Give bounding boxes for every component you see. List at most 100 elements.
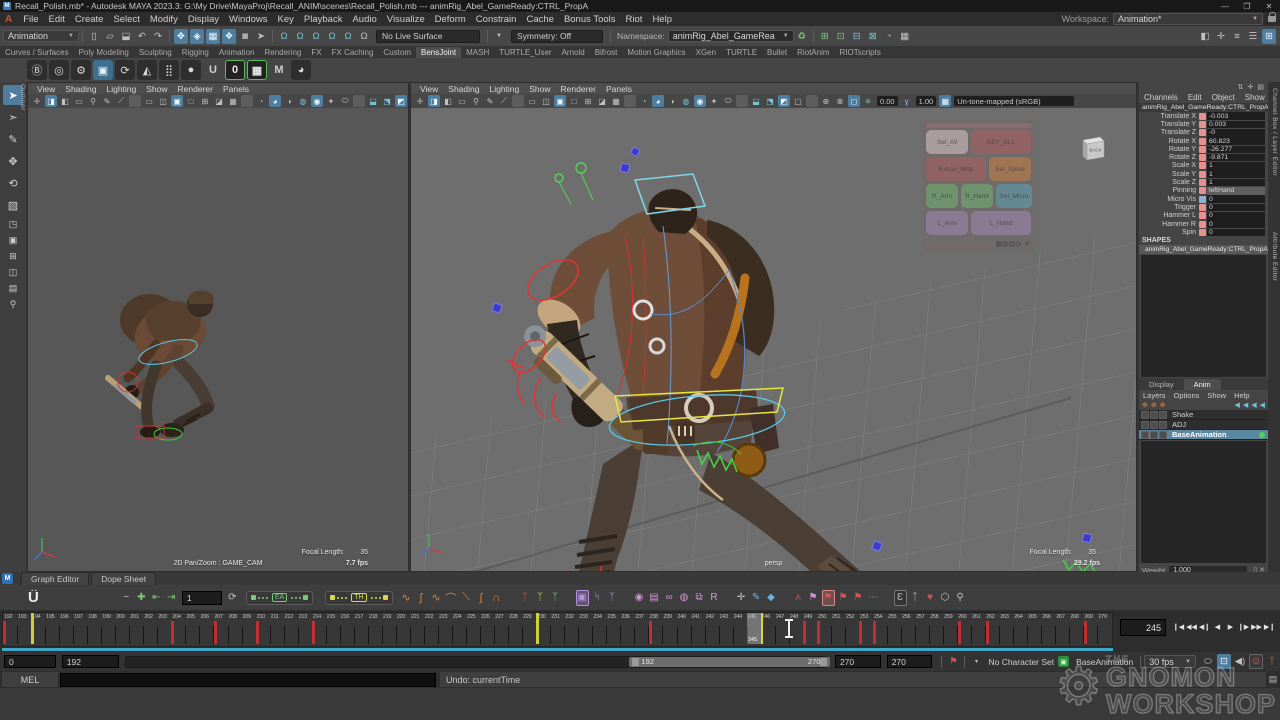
timeline-frame[interactable]: 261 bbox=[971, 613, 985, 646]
bounce-curve-icon[interactable]: ∩ bbox=[490, 590, 503, 606]
timeline-frame[interactable]: 223 bbox=[438, 613, 452, 646]
layer-solo-toggle[interactable] bbox=[1150, 411, 1158, 419]
viewport-toolbar-icon[interactable]: ▭ bbox=[73, 95, 85, 107]
animation-end-field[interactable]: 270 bbox=[887, 655, 933, 668]
menu-item[interactable]: Deform bbox=[430, 14, 471, 25]
timeline-frame[interactable]: 220 bbox=[396, 613, 410, 646]
channel-row[interactable]: Translate Y 0.003 bbox=[1139, 120, 1268, 128]
picker-tool-icon[interactable]: ⊟ bbox=[1015, 240, 1021, 248]
timeline-frame[interactable]: 199 bbox=[101, 613, 115, 646]
pivot-icon[interactable]: ✛ bbox=[735, 590, 748, 606]
viewport-menu-item[interactable]: Lighting bbox=[484, 84, 524, 94]
spacer[interactable] bbox=[780, 590, 790, 606]
viewport-toolbar-icon[interactable]: ◍ bbox=[297, 95, 309, 107]
timeline-frame[interactable]: 221 bbox=[410, 613, 424, 646]
channel-key-indicator[interactable] bbox=[1199, 212, 1206, 219]
timeline-frame[interactable]: 211 bbox=[270, 613, 284, 646]
last-tool[interactable]: ◳ bbox=[3, 217, 23, 231]
keyframe-tick[interactable] bbox=[649, 621, 652, 644]
viewport-toolbar-icon[interactable]: ⊞ bbox=[199, 95, 211, 107]
channel-box-vertical-tab[interactable]: Channel Box / Layer Editor bbox=[1271, 88, 1278, 176]
layer-editor-menu-item[interactable]: Help bbox=[1230, 391, 1253, 400]
layout-single-pane[interactable]: ▣ bbox=[3, 233, 23, 247]
picker-button[interactable]: Sel_All bbox=[926, 130, 968, 154]
view-cube[interactable]: BACK bbox=[1078, 130, 1112, 164]
anim-prefs-icon[interactable]: ᛉ bbox=[1265, 654, 1279, 669]
viewport-toolbar-icon[interactable] bbox=[353, 95, 365, 107]
editor-tab[interactable]: Dope Sheet bbox=[91, 572, 156, 585]
shelf-tab[interactable]: FX Caching bbox=[327, 47, 379, 58]
shelf-tab[interactable]: TURTLE_User bbox=[494, 47, 556, 58]
viewport-toolbar-icon[interactable]: ◪ bbox=[213, 95, 225, 107]
timeline-frame[interactable]: 248 bbox=[789, 613, 803, 646]
timeline-frame[interactable]: 268 bbox=[1069, 613, 1083, 646]
playback-end-field[interactable]: 270 bbox=[835, 655, 881, 668]
channel-key-indicator[interactable] bbox=[1199, 146, 1206, 153]
ease-in-out-curve-icon[interactable]: ∿ bbox=[400, 590, 413, 606]
channel-row[interactable]: Pinning leftHand bbox=[1139, 187, 1268, 195]
shelf-tab[interactable]: Sculpting bbox=[134, 47, 177, 58]
viewport-toolbar-icon[interactable]: ◩ bbox=[778, 95, 790, 107]
weight-key-layer-icon[interactable]: ◀ bbox=[1260, 401, 1265, 409]
hexagon-icon[interactable]: ⬡ bbox=[939, 590, 952, 606]
tween-step-field[interactable]: 1 bbox=[182, 591, 222, 605]
launch-render-icon[interactable]: ⊠ bbox=[866, 29, 880, 44]
timeline-frame[interactable]: 215 bbox=[326, 613, 340, 646]
camera-viewport-canvas[interactable]: 2D Pan/Zoom : GAME_CAM Focal Length: 35 … bbox=[28, 108, 408, 571]
channel-value[interactable]: 1 bbox=[1207, 179, 1265, 187]
timeline-frame[interactable]: 237 bbox=[634, 613, 648, 646]
spacer[interactable] bbox=[882, 590, 892, 606]
timeline-frame[interactable]: 267 bbox=[1055, 613, 1069, 646]
select-object-icon[interactable]: ◈ bbox=[190, 29, 204, 44]
channel-value[interactable]: 1 bbox=[1207, 170, 1265, 178]
chevron-down-icon[interactable]: ▾ bbox=[969, 654, 983, 669]
channel-value[interactable]: 0 bbox=[1207, 212, 1265, 220]
step-forward-frame-button[interactable]: ▶▶ bbox=[1250, 618, 1263, 636]
keyframe-tick[interactable] bbox=[1084, 621, 1087, 644]
shelf-zero-button[interactable]: 0 bbox=[225, 60, 245, 80]
viewport-menu-item[interactable]: View bbox=[32, 84, 60, 94]
animation-start-field[interactable]: 0 bbox=[4, 655, 56, 668]
auto-key-icon[interactable]: ⊙ bbox=[1249, 654, 1263, 669]
ease-in-curve-icon[interactable]: ʃ bbox=[415, 590, 428, 606]
zero-key-layer-icon[interactable]: ◀ bbox=[1251, 401, 1256, 409]
channel-box-icon[interactable]: ⊞ bbox=[1262, 29, 1276, 44]
snap-surface-icon[interactable]: Ω bbox=[341, 29, 355, 44]
step-curve-icon[interactable]: ∫ bbox=[475, 590, 488, 606]
timeline-frame[interactable]: 219 bbox=[382, 613, 396, 646]
timeline-frame[interactable]: 200 bbox=[115, 613, 129, 646]
picker-close-icon[interactable]: ✕ bbox=[1024, 240, 1030, 248]
layer-editor-tab[interactable]: Anim bbox=[1184, 379, 1221, 390]
channel-row[interactable]: Micro Vis 0 bbox=[1139, 195, 1268, 203]
menu-item[interactable]: Cache bbox=[521, 14, 558, 25]
go-to-end-button[interactable]: ▶❙ bbox=[1263, 618, 1276, 636]
viewport-toolbar-icon[interactable]: ▢ bbox=[792, 95, 804, 107]
timeline-frame[interactable]: 231 bbox=[550, 613, 564, 646]
viewport-toolbar-icon[interactable]: ✛ bbox=[414, 95, 426, 107]
folder-icon[interactable]: ▤ bbox=[648, 590, 661, 606]
exposure-icon[interactable]: ✳ bbox=[862, 95, 874, 107]
namespace-refresh-icon[interactable]: ♻ bbox=[795, 29, 809, 44]
attribute-editor-icon[interactable]: ≡ bbox=[1230, 29, 1244, 44]
reset-icon[interactable]: R bbox=[708, 590, 721, 606]
layout-four-pane[interactable]: ⊞ bbox=[3, 249, 23, 263]
gamma-icon[interactable]: ɣ bbox=[901, 95, 913, 107]
shift-key-right-icon[interactable]: ⇥ bbox=[165, 590, 178, 606]
shelf-tab[interactable]: TURTLE bbox=[721, 47, 762, 58]
viewport-toolbar-icon[interactable]: ⊗ bbox=[834, 95, 846, 107]
search-icon[interactable]: ⚲ bbox=[954, 590, 967, 606]
selected-object-name[interactable]: animRig_Abel_GameReady:CTRL_PropA bbox=[1139, 103, 1268, 112]
exposure-field[interactable]: 0.00 bbox=[877, 96, 898, 106]
timeline-frame[interactable]: 259 bbox=[943, 613, 957, 646]
shelf-mirror-button[interactable]: ⟳ bbox=[115, 60, 135, 80]
viewport-toolbar-icon[interactable]: ✦ bbox=[325, 95, 337, 107]
spacer[interactable] bbox=[564, 590, 574, 606]
shelf-ball-button[interactable]: ◕ bbox=[291, 60, 311, 80]
timeline-frame[interactable]: 227 bbox=[494, 613, 508, 646]
channel-value[interactable]: -26.277 bbox=[1207, 146, 1265, 154]
viewport-toolbar-icon[interactable]: ⊞ bbox=[582, 95, 594, 107]
character-set-selector[interactable]: No Character Set bbox=[988, 657, 1054, 667]
shelf-animbot-button[interactable]: U bbox=[203, 60, 223, 80]
red-pose-figure-icon[interactable]: ᛉ bbox=[519, 590, 532, 606]
keyframe-tick[interactable] bbox=[171, 621, 174, 644]
